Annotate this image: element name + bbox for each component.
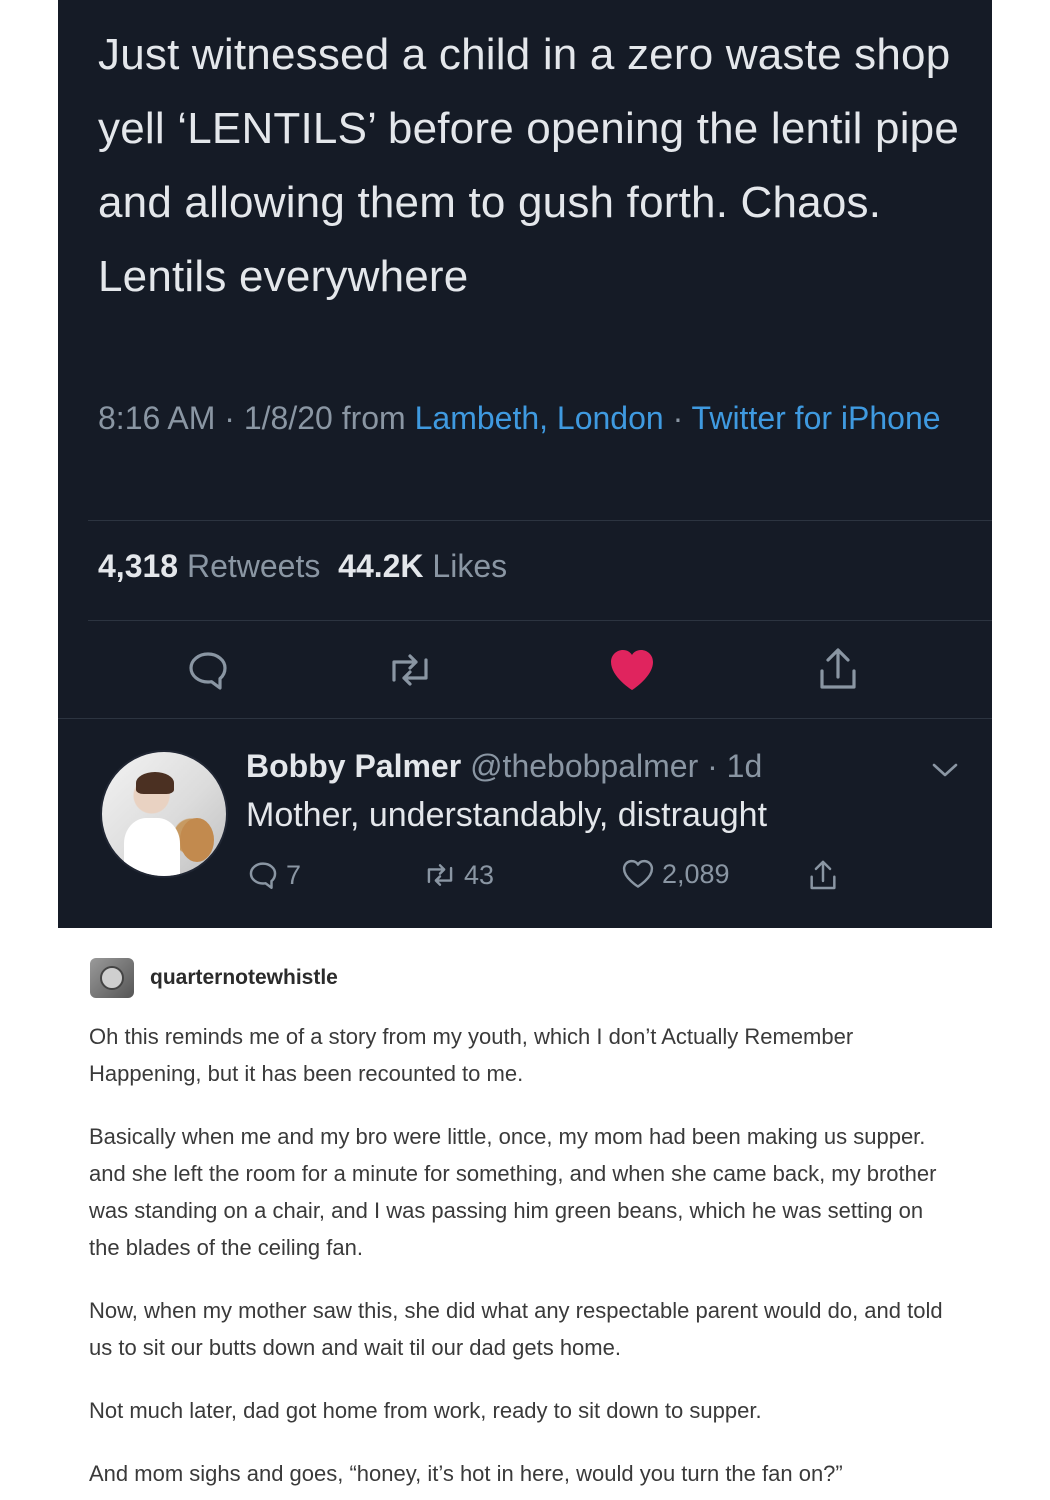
heart-icon bbox=[611, 650, 653, 690]
reply-author-handle[interactable]: @thebobpalmer bbox=[470, 748, 698, 784]
meta-separator: · bbox=[663, 400, 692, 436]
reply-icon bbox=[249, 862, 277, 889]
avatar[interactable] bbox=[100, 750, 228, 878]
reply-action-bar: 7 43 2,089 bbox=[246, 858, 946, 898]
username[interactable]: quarternotewhistle bbox=[150, 966, 338, 990]
likes-count[interactable]: 44.2K bbox=[338, 548, 423, 584]
retweet-icon bbox=[392, 654, 428, 686]
tweet-action-bar bbox=[58, 630, 992, 716]
likes-label[interactable]: Likes bbox=[432, 548, 507, 584]
retweets-label[interactable]: Retweets bbox=[187, 548, 320, 584]
like-count: 2,089 bbox=[662, 858, 730, 889]
retweets-count[interactable]: 4,318 bbox=[98, 548, 178, 584]
like-button[interactable] bbox=[604, 642, 660, 698]
post-paragraph: Not much later, dad got home from work, … bbox=[89, 1398, 762, 1423]
divider bbox=[88, 520, 992, 521]
tweet-meta: 8:16 AM · 1/8/20 from Lambeth, London · … bbox=[98, 394, 968, 442]
tweet-time: 8:16 AM · 1/8/20 from bbox=[98, 400, 415, 436]
retweet-icon bbox=[427, 864, 453, 886]
share-icon bbox=[820, 648, 856, 689]
post-paragraph: Oh this reminds me of a story from my yo… bbox=[89, 1024, 854, 1086]
tumblr-post: quarternotewhistle Oh this reminds me of… bbox=[0, 928, 1050, 1500]
reply-tweet[interactable]: Bobby Palmer @thebobpalmer · 1d Mother, … bbox=[58, 722, 992, 928]
divider bbox=[88, 620, 992, 621]
post-paragraph: Now, when my mother saw this, she did wh… bbox=[89, 1298, 943, 1360]
reply-header: Bobby Palmer @thebobpalmer · 1d bbox=[246, 748, 762, 785]
share-icon bbox=[810, 860, 836, 890]
retweet-count: 43 bbox=[464, 859, 495, 890]
reply-text: Mother, understandably, distraught bbox=[246, 796, 768, 834]
tweet-panel: Just witnessed a child in a zero waste s… bbox=[58, 0, 992, 928]
reply-time: · 1d bbox=[698, 748, 763, 784]
tweet-stats: 4,318 Retweets 44.2K Likes bbox=[98, 548, 507, 585]
reply-like-button[interactable]: 2,089 bbox=[620, 858, 730, 890]
reply-reply-button[interactable]: 7 bbox=[246, 858, 301, 892]
retweet-button[interactable] bbox=[382, 642, 438, 698]
tweet-text: Just witnessed a child in a zero waste s… bbox=[98, 30, 960, 301]
post-body: Oh this reminds me of a story from my yo… bbox=[89, 1018, 959, 1500]
reply-button[interactable] bbox=[180, 642, 236, 698]
heart-outline-icon bbox=[622, 859, 654, 888]
tweet-source-link[interactable]: Twitter for iPhone bbox=[692, 400, 941, 436]
share-button[interactable] bbox=[810, 642, 866, 698]
reply-count: 7 bbox=[286, 859, 302, 890]
user-avatar[interactable] bbox=[90, 958, 134, 998]
reply-retweet-button[interactable]: 43 bbox=[422, 858, 494, 892]
reply-author-name[interactable]: Bobby Palmer bbox=[246, 748, 461, 784]
post-paragraph: Basically when me and my bro were little… bbox=[89, 1124, 937, 1260]
divider bbox=[58, 718, 992, 719]
reply-icon bbox=[189, 652, 227, 690]
reply-share-button[interactable] bbox=[806, 858, 840, 894]
tweet-location-link[interactable]: Lambeth, London bbox=[415, 400, 664, 436]
chevron-down-icon[interactable] bbox=[930, 760, 960, 780]
post-paragraph: And mom sighs and goes, “honey, it’s hot… bbox=[89, 1461, 843, 1486]
